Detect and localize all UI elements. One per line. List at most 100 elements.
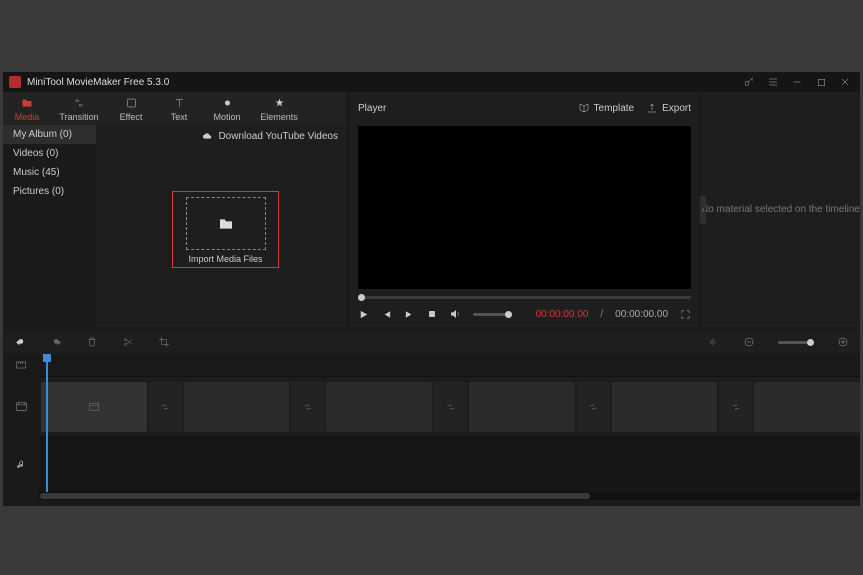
player-panel: Player Template Export bbox=[350, 92, 699, 327]
volume-slider[interactable] bbox=[473, 313, 512, 316]
tab-text-label: Text bbox=[171, 112, 188, 122]
sidebar-item-music[interactable]: Music (45) bbox=[3, 163, 96, 182]
clip-slot[interactable] bbox=[326, 382, 432, 432]
sidebar-item-my-album[interactable]: My Album (0) bbox=[3, 125, 96, 144]
transition-slot[interactable] bbox=[577, 382, 610, 432]
media-content: Download YouTube Videos Import Media Fil… bbox=[96, 125, 346, 327]
minimize-button[interactable] bbox=[788, 74, 806, 90]
zoom-in-button[interactable] bbox=[836, 335, 850, 349]
template-button[interactable]: Template bbox=[578, 102, 635, 114]
close-button[interactable] bbox=[836, 74, 854, 90]
transition-slot[interactable] bbox=[434, 382, 467, 432]
tool-tabs: Media Transition Effect Text Motion bbox=[3, 92, 346, 125]
playhead-marker[interactable] bbox=[43, 354, 51, 362]
sidebar-item-videos[interactable]: Videos (0) bbox=[3, 144, 96, 163]
zoom-thumb[interactable] bbox=[807, 339, 814, 346]
tab-text[interactable]: Text bbox=[155, 92, 203, 125]
volume-thumb[interactable] bbox=[505, 311, 512, 318]
sidebar-item-pictures[interactable]: Pictures (0) bbox=[3, 182, 96, 201]
player-seek[interactable] bbox=[358, 293, 691, 301]
tab-effect[interactable]: Effect bbox=[107, 92, 155, 125]
export-button[interactable]: Export bbox=[646, 102, 691, 114]
sidebar-item-label: Pictures (0) bbox=[13, 186, 64, 197]
tab-transition[interactable]: Transition bbox=[51, 92, 107, 125]
sidebar-item-label: My Album (0) bbox=[13, 129, 72, 140]
timeline-scrollbar[interactable] bbox=[39, 492, 860, 500]
tab-motion[interactable]: Motion bbox=[203, 92, 251, 125]
app-logo-icon bbox=[9, 76, 21, 88]
zoom-out-button[interactable] bbox=[742, 335, 756, 349]
export-icon bbox=[646, 102, 658, 114]
stop-button[interactable] bbox=[427, 307, 437, 321]
transition-slot[interactable] bbox=[291, 382, 324, 432]
clip-slot[interactable] bbox=[469, 382, 575, 432]
tab-elements-label: Elements bbox=[260, 112, 298, 122]
volume-button[interactable] bbox=[449, 307, 461, 321]
redo-button[interactable] bbox=[49, 335, 63, 349]
clip-slot[interactable] bbox=[612, 382, 718, 432]
titlebar: MiniTool MovieMaker Free 5.3.0 bbox=[3, 72, 860, 92]
timeline-panel bbox=[3, 330, 860, 506]
player-controls: 00:00:00.00 / 00:00:00.00 bbox=[350, 301, 699, 327]
swap-icon bbox=[587, 402, 599, 412]
gutter-ruler-icon[interactable] bbox=[3, 354, 39, 376]
audio-track[interactable] bbox=[39, 436, 860, 492]
timeline-gutter bbox=[3, 354, 39, 506]
transition-icon bbox=[72, 96, 86, 110]
timeline-scrollbar-thumb[interactable] bbox=[40, 493, 590, 499]
audio-icon[interactable] bbox=[706, 335, 720, 349]
import-media-box[interactable]: Import Media Files bbox=[172, 191, 279, 268]
tab-motion-label: Motion bbox=[213, 112, 240, 122]
next-frame-button[interactable] bbox=[404, 307, 415, 321]
import-media-label: Import Media Files bbox=[188, 254, 262, 264]
transition-slot[interactable] bbox=[149, 382, 182, 432]
play-button[interactable] bbox=[358, 307, 369, 321]
clip-placeholder-icon bbox=[87, 401, 101, 413]
tab-media-label: Media bbox=[15, 112, 40, 122]
playhead-line bbox=[46, 362, 48, 492]
clip-slot[interactable] bbox=[184, 382, 290, 432]
player-title: Player bbox=[358, 103, 566, 114]
app-window: MiniTool MovieMaker Free 5.3.0 Media bbox=[3, 72, 860, 506]
timeline-tracks[interactable] bbox=[39, 354, 860, 506]
template-icon bbox=[578, 102, 590, 114]
time-separator: / bbox=[600, 309, 603, 320]
import-drop-zone bbox=[186, 197, 266, 250]
tab-transition-label: Transition bbox=[59, 112, 98, 122]
download-youtube-link[interactable]: Download YouTube Videos bbox=[202, 131, 338, 142]
fullscreen-button[interactable] bbox=[680, 307, 691, 321]
zoom-slider[interactable] bbox=[778, 341, 814, 344]
current-time: 00:00:00.00 bbox=[536, 309, 589, 320]
timeline-ruler[interactable] bbox=[39, 354, 860, 376]
player-header: Player Template Export bbox=[350, 92, 699, 124]
video-track[interactable] bbox=[39, 376, 860, 436]
clip-slot[interactable] bbox=[754, 382, 860, 432]
menu-icon[interactable] bbox=[764, 74, 782, 90]
tab-elements[interactable]: Elements bbox=[251, 92, 307, 125]
timeline-toolbar bbox=[3, 330, 860, 354]
undo-button[interactable] bbox=[13, 335, 27, 349]
maximize-button[interactable] bbox=[812, 74, 830, 90]
folder-icon bbox=[216, 216, 236, 232]
delete-button[interactable] bbox=[85, 335, 99, 349]
player-viewport[interactable] bbox=[358, 126, 691, 289]
inspector-collapse-handle[interactable]: › bbox=[700, 196, 706, 224]
swap-icon bbox=[730, 402, 742, 412]
export-label: Export bbox=[662, 103, 691, 114]
motion-icon bbox=[221, 96, 234, 110]
swap-icon bbox=[445, 402, 457, 412]
split-button[interactable] bbox=[121, 335, 135, 349]
seek-track bbox=[358, 296, 691, 299]
transition-slot[interactable] bbox=[719, 382, 752, 432]
license-key-icon[interactable] bbox=[740, 74, 758, 90]
text-icon bbox=[173, 96, 186, 110]
crop-button[interactable] bbox=[157, 335, 171, 349]
tab-media[interactable]: Media bbox=[3, 92, 51, 125]
inspector-panel: › No material selected on the timeline bbox=[701, 92, 860, 327]
gutter-video-icon[interactable] bbox=[3, 376, 39, 436]
clip-slot[interactable] bbox=[41, 382, 147, 432]
prev-frame-button[interactable] bbox=[381, 307, 392, 321]
seek-thumb[interactable] bbox=[358, 294, 365, 301]
swap-icon bbox=[159, 402, 171, 412]
gutter-audio-icon[interactable] bbox=[3, 436, 39, 492]
